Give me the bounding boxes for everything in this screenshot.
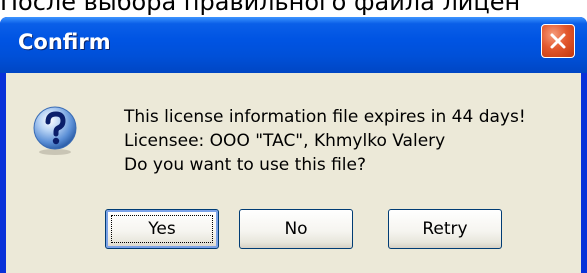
no-button-label: No [284,219,308,239]
dialog-titlebar[interactable]: Confirm [0,17,587,73]
yes-button-label: Yes [148,219,176,239]
retry-button[interactable]: Retry [388,209,502,249]
message-line: This license information file expires in… [124,107,526,127]
screenshot-stage: После выбора правильного файла лицен Con… [0,0,587,273]
no-button[interactable]: No [239,209,353,249]
yes-button[interactable]: Yes [105,209,219,249]
close-icon [550,33,566,49]
dialog-message: This license information file expires in… [124,105,526,177]
retry-button-label: Retry [422,219,468,239]
background-caption-text: После выбора правильного файла лицен [0,0,521,16]
message-line: Licensee: OOO "TAC", Khmylko Valery [124,131,446,151]
confirm-dialog: Confirm This license information file ex… [0,17,587,273]
question-icon [33,106,77,155]
message-line: Do you want to use this file? [124,155,367,175]
dialog-title: Confirm [18,30,111,54]
close-button[interactable] [541,24,575,58]
dialog-client-area: This license information file expires in… [6,73,581,273]
